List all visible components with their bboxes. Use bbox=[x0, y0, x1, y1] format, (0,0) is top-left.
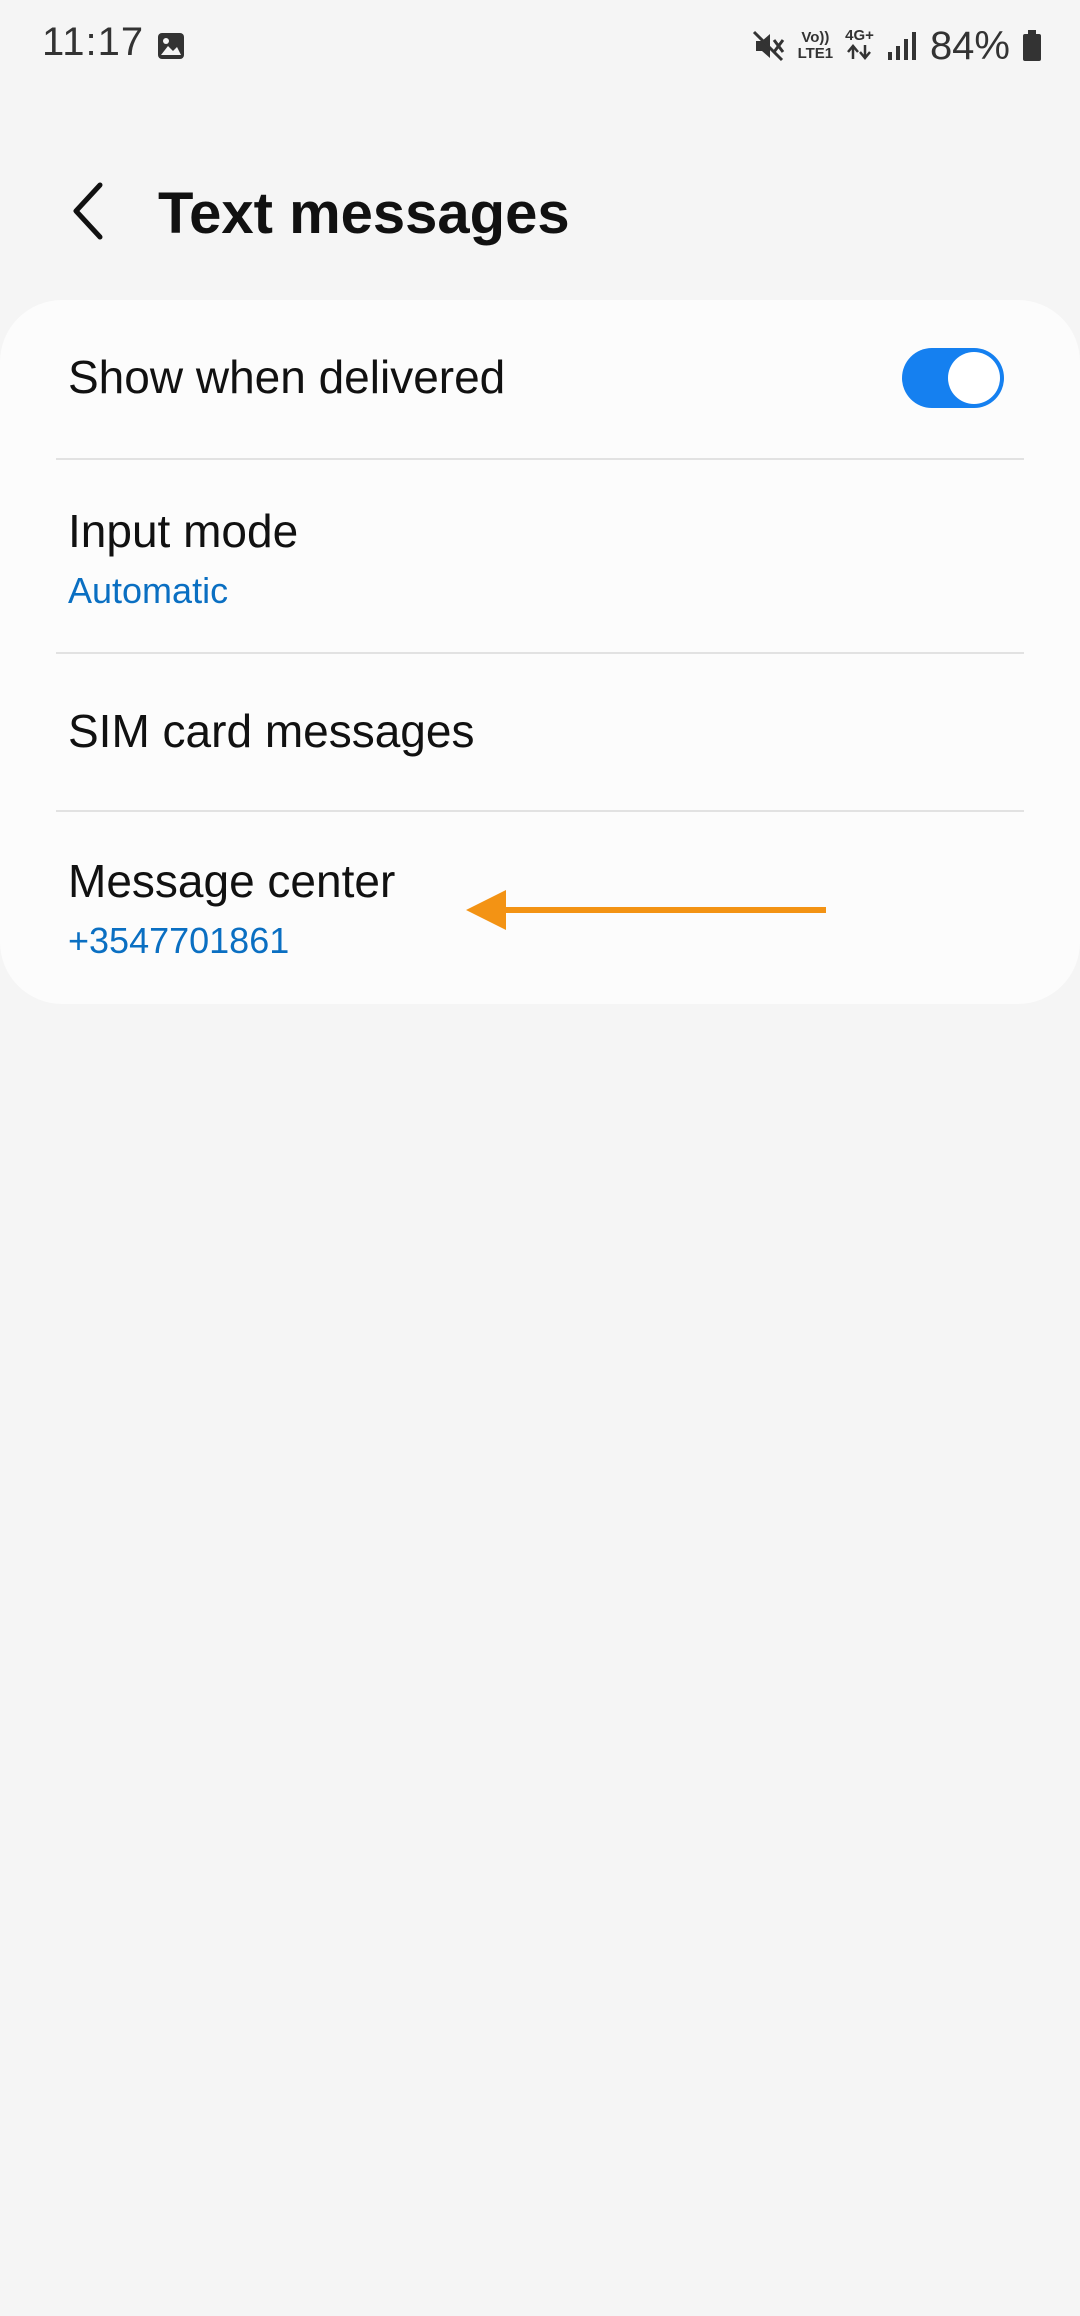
sim-card-messages-row[interactable]: SIM card messages bbox=[0, 654, 1080, 810]
sim-card-messages-label: SIM card messages bbox=[68, 705, 475, 757]
page-title: Text messages bbox=[158, 181, 570, 246]
gallery-icon bbox=[158, 33, 184, 59]
arrow-left-icon bbox=[466, 890, 826, 930]
show-when-delivered-row[interactable]: Show when delivered bbox=[0, 300, 1080, 458]
message-center-value: +3547701861 bbox=[68, 920, 290, 961]
battery-percent: 84% bbox=[929, 23, 1010, 68]
screen: 11:17 Vo)) LTE1 4G+ 84% Text messages Sh… bbox=[0, 0, 1080, 2316]
header: Text messages bbox=[0, 150, 1080, 274]
mute-icon bbox=[752, 30, 784, 62]
status-bar: 11:17 Vo)) LTE1 4G+ 84% bbox=[0, 0, 1080, 92]
data-arrows-icon bbox=[847, 43, 872, 60]
input-mode-value: Automatic bbox=[68, 570, 229, 611]
4g-icon: 4G+ bbox=[845, 27, 874, 65]
status-time: 11:17 bbox=[42, 20, 145, 64]
signal-icon bbox=[887, 32, 916, 60]
battery-icon bbox=[1023, 30, 1041, 61]
input-mode-label: Input mode bbox=[68, 505, 299, 557]
volte-icon: Vo)) LTE1 bbox=[797, 29, 834, 62]
status-icons: Vo)) LTE1 4G+ 84% bbox=[752, 20, 1042, 72]
input-mode-row[interactable]: Input mode Automatic bbox=[0, 460, 1080, 652]
toggle-knob bbox=[948, 352, 1000, 404]
show-when-delivered-label: Show when delivered bbox=[68, 351, 506, 403]
back-button[interactable] bbox=[58, 176, 118, 246]
message-center-label: Message center bbox=[68, 855, 396, 907]
show-when-delivered-toggle[interactable] bbox=[902, 348, 1004, 408]
chevron-left-icon bbox=[73, 182, 103, 240]
